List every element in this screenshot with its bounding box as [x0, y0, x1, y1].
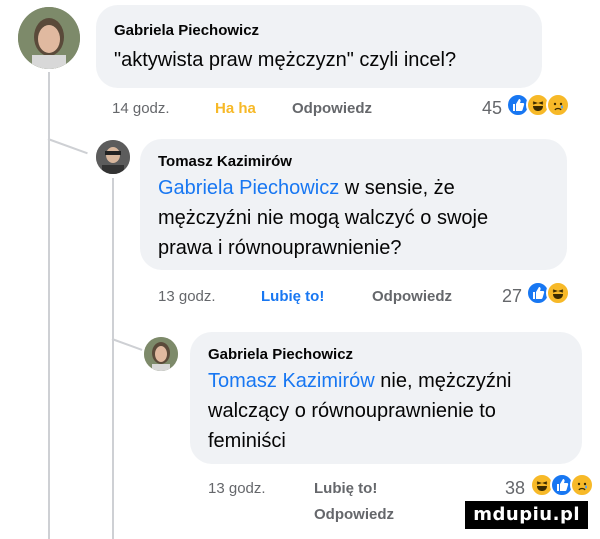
thread-line-main [48, 72, 50, 539]
comment-timestamp[interactable]: 14 godz. [112, 100, 170, 117]
comment-author[interactable]: Gabriela Piechowicz [114, 22, 259, 39]
reaction-count[interactable]: 45 [482, 98, 502, 119]
watermark: mdupiu.pl [465, 501, 588, 529]
reply-button[interactable]: Odpowiedz [372, 288, 452, 305]
mention-link[interactable]: Tomasz Kazimirów [208, 370, 375, 392]
comment-text-line: feminiści [208, 430, 286, 452]
reaction-icons[interactable] [506, 93, 570, 117]
comment-timestamp[interactable]: 13 godz. [158, 288, 216, 305]
comment-text-line: prawa i równouprawnienie? [158, 237, 402, 259]
haha-icon [546, 281, 570, 305]
avatar[interactable] [144, 337, 178, 371]
sad-icon [546, 93, 570, 117]
reaction-count[interactable]: 27 [502, 286, 522, 307]
reaction-count[interactable]: 38 [505, 478, 525, 499]
reaction-icons[interactable] [526, 281, 570, 305]
avatar[interactable] [96, 140, 130, 174]
thread-line-branch-2 [111, 338, 143, 351]
reaction-button[interactable]: Ha ha [215, 100, 256, 117]
comment-text-fragment: w sensie, że [339, 177, 455, 199]
mention-link[interactable]: Gabriela Piechowicz [158, 177, 339, 199]
comment-author[interactable]: Tomasz Kazimirów [158, 153, 292, 170]
reply-button[interactable]: Odpowiedz [292, 100, 372, 117]
reply-button[interactable]: Odpowiedz [314, 506, 394, 523]
comment-author[interactable]: Gabriela Piechowicz [208, 346, 353, 363]
reaction-button[interactable]: Lubię to! [314, 480, 377, 497]
comment-timestamp[interactable]: 13 godz. [208, 480, 266, 497]
thread-line-branch-1 [47, 138, 88, 155]
avatar[interactable] [18, 7, 80, 69]
thread-line-sub [112, 178, 114, 539]
reaction-button[interactable]: Lubię to! [261, 288, 324, 305]
sad-icon [570, 473, 594, 497]
comment-text-fragment: nie, mężczyźni [374, 370, 512, 392]
reaction-icons[interactable] [530, 473, 594, 497]
comment-text-line: Gabriela Piechowicz w sensie, że [158, 173, 455, 203]
comment-text-line: walczący o równouprawnienie to [208, 400, 496, 422]
comment-text-line: Tomasz Kazimirów nie, mężczyźni [208, 366, 511, 396]
comment-text-line: mężczyźni nie mogą walczyć o swoje [158, 207, 489, 229]
comment-text: "aktywista praw mężczyzn" czyli incel? [114, 49, 457, 71]
